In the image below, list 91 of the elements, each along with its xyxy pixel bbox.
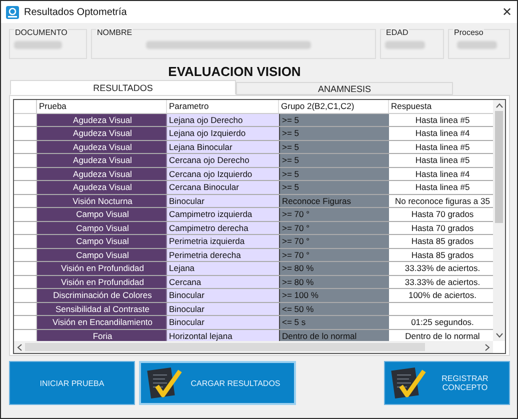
column-header[interactable]: Grupo 2(B2,C1,C2) <box>279 100 389 112</box>
field-label: EDAD <box>385 28 410 37</box>
scroll-up-icon[interactable] <box>496 103 502 108</box>
table-cell: Agudeza Visual <box>73 128 132 138</box>
table-cell: Binocular <box>169 290 204 300</box>
table-cell: Visión en Encandilamiento <box>52 317 153 327</box>
table-cell: Hasta linea #5 <box>415 154 470 166</box>
action-button[interactable]: REGISTRAR CONCEPTO <box>384 361 510 405</box>
table-cell: >= 5 <box>282 182 300 192</box>
column-header[interactable]: Parametro <box>167 100 279 112</box>
window-title: Resultados Optometría <box>24 6 127 18</box>
table-cell: >= 70 ° <box>282 209 310 219</box>
table-cell: >= 5 <box>282 155 300 165</box>
table-cell: >= 70 ° <box>282 250 310 260</box>
table-cell: Dentro de lo normal <box>282 330 357 340</box>
table-cell: Dentro de lo normal <box>405 330 480 341</box>
redacted-value <box>385 41 425 49</box>
table-cell: Hasta 85 grados <box>411 235 474 248</box>
table-cell: Perimetria derecha <box>169 250 241 260</box>
scroll-right-icon[interactable] <box>485 344 490 350</box>
table-cell: Cercana ojo Izquierdo <box>169 168 252 178</box>
table-cell: Hasta 70 grados <box>411 208 474 220</box>
table-cell: Hasta linea #4 <box>415 168 470 180</box>
table-cell: Campo Visual <box>76 209 129 219</box>
table-cell: Hasta 70 grados <box>411 222 474 234</box>
table-cell: Binocular <box>169 304 204 314</box>
table-cell: Campo Visual <box>76 236 129 246</box>
action-button[interactable]: INICIAR PRUEBA <box>9 361 135 405</box>
vertical-scrollbar[interactable] <box>493 100 505 341</box>
table-cell: <= 5 s <box>282 317 306 327</box>
table-cell: 01:25 segundos. <box>411 316 474 328</box>
table-cell: Campo Visual <box>76 250 129 260</box>
table-cell: Binocular <box>169 317 204 327</box>
table-cell: Hasta linea #5 <box>415 114 470 126</box>
table-cell: Lejana <box>169 263 195 273</box>
redacted-value <box>14 41 62 49</box>
table-cell: Hasta linea #4 <box>415 127 470 140</box>
table-cell: Agudeza Visual <box>73 155 132 165</box>
table-cell: Reconoce Figuras <box>282 196 351 206</box>
table-cell: Campimetro izquierda <box>169 209 252 219</box>
section-heading: EVALUACION VISION <box>167 64 302 79</box>
table-cell: Lejana Binocular <box>169 142 232 152</box>
table-cell: Cercana ojo Derecho <box>169 155 250 165</box>
table-cell: Lejana ojo Derecho <box>169 114 243 124</box>
table-cell: >= 70 ° <box>282 236 310 246</box>
table-cell: Visión Nocturna <box>72 196 132 206</box>
table-cell: Foria <box>92 330 112 340</box>
scroll-down-icon[interactable] <box>496 333 502 338</box>
table-cell: Visión en Profundidad <box>60 276 144 286</box>
horizontal-scrollbar[interactable] <box>14 341 493 353</box>
table-cell: >= 5 <box>282 114 300 124</box>
table-cell: Agudeza Visual <box>73 168 132 178</box>
table-cell: No reconoce figuras a 35 <box>395 194 490 207</box>
column-header[interactable]: Prueba <box>37 100 167 112</box>
table-cell: Hasta linea #5 <box>415 181 470 194</box>
table-cell: Campimetro derecha <box>169 222 248 232</box>
table-cell: 33.33% de aciertos. <box>404 262 480 274</box>
table-cell: Hasta linea #5 <box>415 140 470 153</box>
table-cell: Campo Visual <box>76 222 129 232</box>
table-cell: >= 80 % <box>282 276 314 286</box>
redacted-value <box>457 41 497 49</box>
table-cell: Binocular <box>169 196 204 206</box>
table-cell: Cercana Binocular <box>169 182 239 192</box>
table-cell: Horizontal lejana <box>169 330 232 340</box>
table-cell: 100% de aciertos. <box>408 289 477 302</box>
table-cell: >= 5 <box>282 142 300 152</box>
table-cell: >= 80 % <box>282 263 314 273</box>
table-cell: Agudeza Visual <box>73 182 132 192</box>
table-cell: >= 5 <box>282 128 300 138</box>
table-cell: >= 70 ° <box>282 222 310 232</box>
table-cell: Perimetria izquierda <box>169 236 245 246</box>
field-label: DOCUMENTO <box>14 28 68 37</box>
table-cell: 33.33% de aciertos. <box>404 276 480 288</box>
table-cell: Sensibilidad al Contraste <box>55 304 150 314</box>
table-cell: Cercana <box>169 276 202 286</box>
table-cell: <= 50 % <box>282 304 314 314</box>
table-cell: Hasta 85 grados <box>411 248 474 261</box>
tab[interactable]: RESULTADOS <box>10 80 236 95</box>
table-cell: >= 100 % <box>282 290 318 300</box>
table-cell: >= 5 <box>282 168 300 178</box>
table-cell: Agudeza Visual <box>73 142 132 152</box>
field-label: Proceso <box>453 28 484 37</box>
tab[interactable]: ANAMNESIS <box>236 82 453 95</box>
table-cell: Discriminación de Colores <box>53 290 152 300</box>
table-cell: Visión en Profundidad <box>60 263 144 273</box>
field-label: NOMBRE <box>96 28 134 37</box>
scroll-left-icon[interactable] <box>17 344 22 350</box>
table-cell: Lejana ojo Izquierdo <box>169 128 246 138</box>
app-icon <box>6 6 19 18</box>
action-button[interactable]: CARGAR RESULTADOS <box>139 361 296 405</box>
table-cell: Agudeza Visual <box>73 114 132 124</box>
